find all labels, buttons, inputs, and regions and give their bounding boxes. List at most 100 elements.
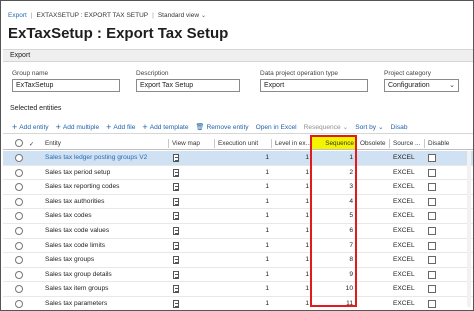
selected-entities-header[interactable]: Selected entities bbox=[10, 105, 61, 112]
row-select-radio[interactable] bbox=[15, 241, 23, 250]
table-row[interactable]: Sales tax ledger posting groups V2 1 1 1 EXC… bbox=[3, 151, 473, 166]
remove-entity-button[interactable]: 🗑 Remove entity bbox=[196, 123, 249, 132]
table-row[interactable]: Sales tax period setup 1 1 2 EXCEL bbox=[3, 166, 473, 181]
cell-source-format[interactable]: EXCEL bbox=[393, 166, 423, 180]
column-header-level[interactable]: Level in ex... bbox=[273, 137, 313, 150]
cell-level[interactable]: 1 bbox=[273, 209, 309, 223]
add-multiple-button[interactable]: + Add multiple bbox=[56, 122, 100, 132]
cell-entity[interactable]: Sales tax group details bbox=[45, 268, 167, 282]
view-map-icon[interactable] bbox=[173, 256, 179, 265]
row-select-radio[interactable] bbox=[15, 300, 23, 308]
cell-execution-unit[interactable]: 1 bbox=[216, 166, 269, 180]
row-select-radio[interactable] bbox=[15, 285, 23, 294]
vertical-scrollbar[interactable] bbox=[467, 151, 471, 307]
table-row[interactable]: Sales tax codes 1 1 5 EXCEL bbox=[3, 209, 473, 224]
cell-source-format[interactable]: EXCEL bbox=[393, 224, 423, 238]
column-header-source-format[interactable]: Source ... bbox=[391, 137, 425, 150]
row-select-radio[interactable] bbox=[15, 256, 23, 265]
row-select-radio[interactable] bbox=[15, 212, 23, 221]
cell-execution-unit[interactable]: 1 bbox=[216, 151, 269, 165]
view-selector[interactable]: Standard view bbox=[158, 12, 199, 19]
cell-sequence[interactable]: 10 bbox=[312, 282, 353, 296]
cell-entity[interactable]: Sales tax codes bbox=[45, 209, 167, 223]
table-row[interactable]: Sales tax authorities 1 1 4 EXCEL bbox=[3, 195, 473, 210]
table-row[interactable]: Sales tax code limits 1 1 7 EXCEL bbox=[3, 239, 473, 254]
cell-entity[interactable]: Sales tax code values bbox=[45, 224, 167, 238]
view-map-icon[interactable] bbox=[173, 197, 179, 206]
disable-button[interactable]: Disab bbox=[391, 124, 408, 131]
disable-checkbox[interactable] bbox=[428, 227, 436, 235]
cell-sequence[interactable]: 6 bbox=[312, 224, 353, 238]
cell-entity[interactable]: Sales tax reporting codes bbox=[45, 180, 167, 194]
cell-entity[interactable]: Sales tax code limits bbox=[45, 239, 167, 253]
cell-sequence[interactable]: 4 bbox=[312, 195, 353, 209]
row-select-radio[interactable] bbox=[15, 227, 23, 235]
view-map-icon[interactable] bbox=[173, 212, 179, 221]
add-entity-button[interactable]: + Add entity bbox=[12, 122, 49, 132]
row-select-radio[interactable] bbox=[15, 183, 23, 192]
cell-level[interactable]: 1 bbox=[273, 180, 309, 194]
cell-entity[interactable]: Sales tax parameters bbox=[45, 297, 167, 310]
disable-checkbox[interactable] bbox=[428, 241, 436, 250]
view-map-icon[interactable] bbox=[173, 183, 179, 192]
table-row[interactable]: Sales tax reporting codes 1 1 3 EXCEL bbox=[3, 180, 473, 195]
cell-source-format[interactable]: EXCEL bbox=[393, 268, 423, 282]
cell-level[interactable]: 1 bbox=[273, 195, 309, 209]
column-header-entity[interactable]: Entity bbox=[43, 137, 163, 150]
cell-entity[interactable]: Sales tax ledger posting groups V2 bbox=[45, 151, 167, 165]
sort-by-button[interactable]: Sort by ⌄ bbox=[355, 123, 383, 132]
view-map-icon[interactable] bbox=[173, 270, 179, 279]
row-select-radio[interactable] bbox=[15, 197, 23, 206]
cell-level[interactable]: 1 bbox=[273, 297, 309, 310]
disable-checkbox[interactable] bbox=[428, 183, 436, 192]
cell-execution-unit[interactable]: 1 bbox=[216, 195, 269, 209]
cell-level[interactable]: 1 bbox=[273, 282, 309, 296]
view-map-icon[interactable] bbox=[173, 285, 179, 294]
breadcrumb-export-link[interactable]: Export bbox=[8, 12, 27, 19]
cell-level[interactable]: 1 bbox=[273, 224, 309, 238]
row-select-radio[interactable] bbox=[15, 154, 23, 162]
cell-source-format[interactable]: EXCEL bbox=[393, 239, 423, 253]
column-header-disable[interactable]: Disable bbox=[426, 137, 462, 150]
cell-execution-unit[interactable]: 1 bbox=[216, 224, 269, 238]
operation-type-field[interactable]: Export bbox=[260, 79, 368, 92]
table-row[interactable]: Sales tax group details 1 1 9 EXCEL bbox=[3, 268, 473, 283]
cell-sequence[interactable]: 9 bbox=[312, 268, 353, 282]
disable-checkbox[interactable] bbox=[428, 300, 436, 308]
cell-sequence[interactable]: 8 bbox=[312, 253, 353, 267]
select-all-radio[interactable] bbox=[15, 139, 23, 147]
add-template-button[interactable]: + Add template bbox=[142, 122, 188, 132]
cell-sequence[interactable]: 3 bbox=[312, 180, 353, 194]
cell-sequence[interactable]: 7 bbox=[312, 239, 353, 253]
row-select-radio[interactable] bbox=[15, 168, 23, 177]
cell-sequence[interactable]: 5 bbox=[312, 209, 353, 223]
disable-checkbox[interactable] bbox=[428, 285, 436, 294]
cell-source-format[interactable]: EXCEL bbox=[393, 253, 423, 267]
cell-level[interactable]: 1 bbox=[273, 253, 309, 267]
cell-sequence[interactable]: 1 bbox=[312, 151, 353, 165]
disable-checkbox[interactable] bbox=[428, 168, 436, 177]
disable-checkbox[interactable] bbox=[428, 154, 436, 162]
column-header-obsolete[interactable]: Obsolete bbox=[358, 137, 390, 150]
cell-execution-unit[interactable]: 1 bbox=[216, 180, 269, 194]
description-field[interactable]: Export Tax Setup bbox=[136, 79, 240, 92]
open-in-excel-button[interactable]: Open in Excel bbox=[256, 124, 297, 131]
column-header-view-map[interactable]: View map bbox=[170, 137, 212, 150]
export-section-header[interactable]: Export bbox=[3, 49, 473, 62]
table-row[interactable]: Sales tax groups 1 1 8 EXCEL bbox=[3, 253, 473, 268]
view-map-icon[interactable] bbox=[173, 168, 179, 177]
cell-source-format[interactable]: EXCEL bbox=[393, 151, 423, 165]
cell-entity[interactable]: Sales tax period setup bbox=[45, 166, 167, 180]
column-header-execution-unit[interactable]: Execution unit bbox=[216, 137, 270, 150]
row-select-radio[interactable] bbox=[15, 270, 23, 279]
cell-sequence[interactable]: 2 bbox=[312, 166, 353, 180]
cell-level[interactable]: 1 bbox=[273, 166, 309, 180]
cell-entity[interactable]: Sales tax authorities bbox=[45, 195, 167, 209]
cell-execution-unit[interactable]: 1 bbox=[216, 297, 269, 310]
cell-level[interactable]: 1 bbox=[273, 239, 309, 253]
add-file-button[interactable]: + Add file bbox=[106, 122, 135, 132]
table-row[interactable]: Sales tax code values 1 1 6 EXCEL bbox=[3, 224, 473, 239]
cell-execution-unit[interactable]: 1 bbox=[216, 239, 269, 253]
cell-source-format[interactable]: EXCEL bbox=[393, 282, 423, 296]
cell-level[interactable]: 1 bbox=[273, 268, 309, 282]
